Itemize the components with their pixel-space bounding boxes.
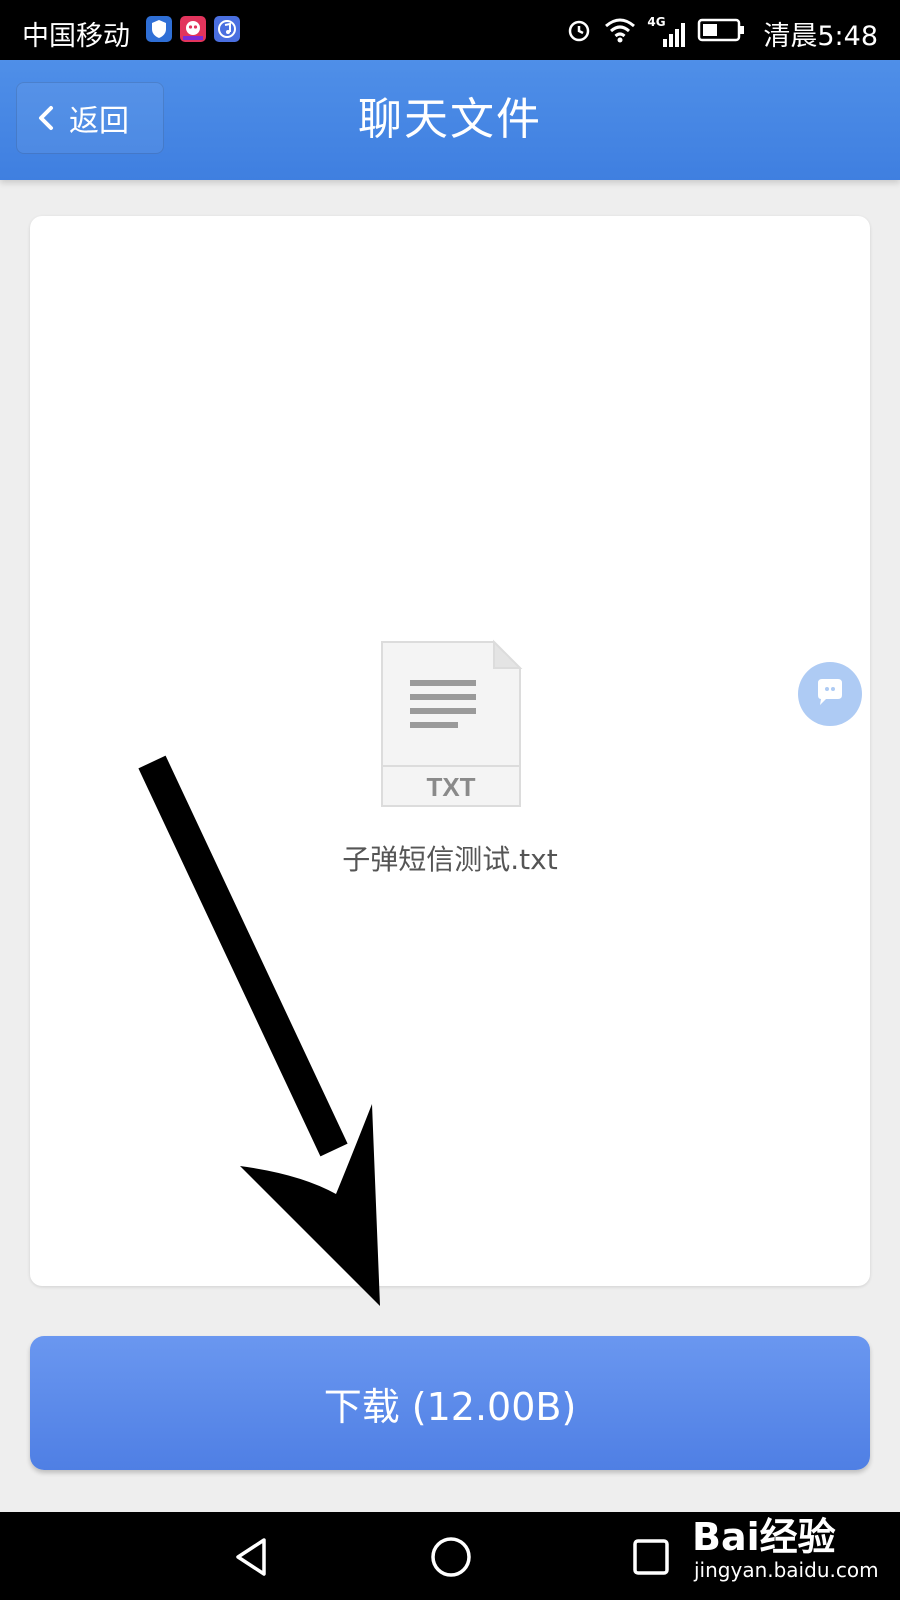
home-circle-icon[interactable] [428,1534,474,1580]
status-bar: 中国移动 4G 清晨5:48 [0,0,900,60]
floating-chat-button[interactable] [798,662,862,726]
alarm-icon [565,16,593,51]
recent-apps-square-icon[interactable] [628,1534,674,1580]
battery-icon [697,17,747,50]
baidu-jingyan-watermark: Bai经验 jingyan.baidu.com [692,1506,892,1596]
back-label: 返回 [69,104,129,139]
music-app-icon [214,16,240,42]
app-header: 聊天文件 返回 [0,60,900,180]
time-value: 5:48 [817,21,878,52]
watermark-brand: Bai经验 [692,1515,836,1559]
watermark-url: jingyan.baidu.com [694,1558,879,1582]
chat-bubble-icon [812,677,848,711]
back-button[interactable]: 返回 [16,82,164,154]
game-app-icon [180,16,206,42]
txt-file-icon[interactable]: TXT [378,638,524,810]
carrier-name: 中国移动 [22,21,130,52]
clock: 清晨5:48 [763,14,878,53]
chevron-left-icon [33,102,59,134]
signal-icon: 4G [647,15,687,49]
time-prefix: 清晨 [763,21,818,52]
wifi-icon [603,16,637,51]
file-type-label: TXT [426,772,475,802]
back-triangle-icon[interactable] [228,1534,274,1580]
shield-app-icon [146,16,172,42]
download-button[interactable]: 下载 (12.00B) [30,1336,870,1470]
status-indicators: 4G 清晨5:48 [565,14,878,53]
file-name: 子弹短信测试.txt [342,843,558,876]
